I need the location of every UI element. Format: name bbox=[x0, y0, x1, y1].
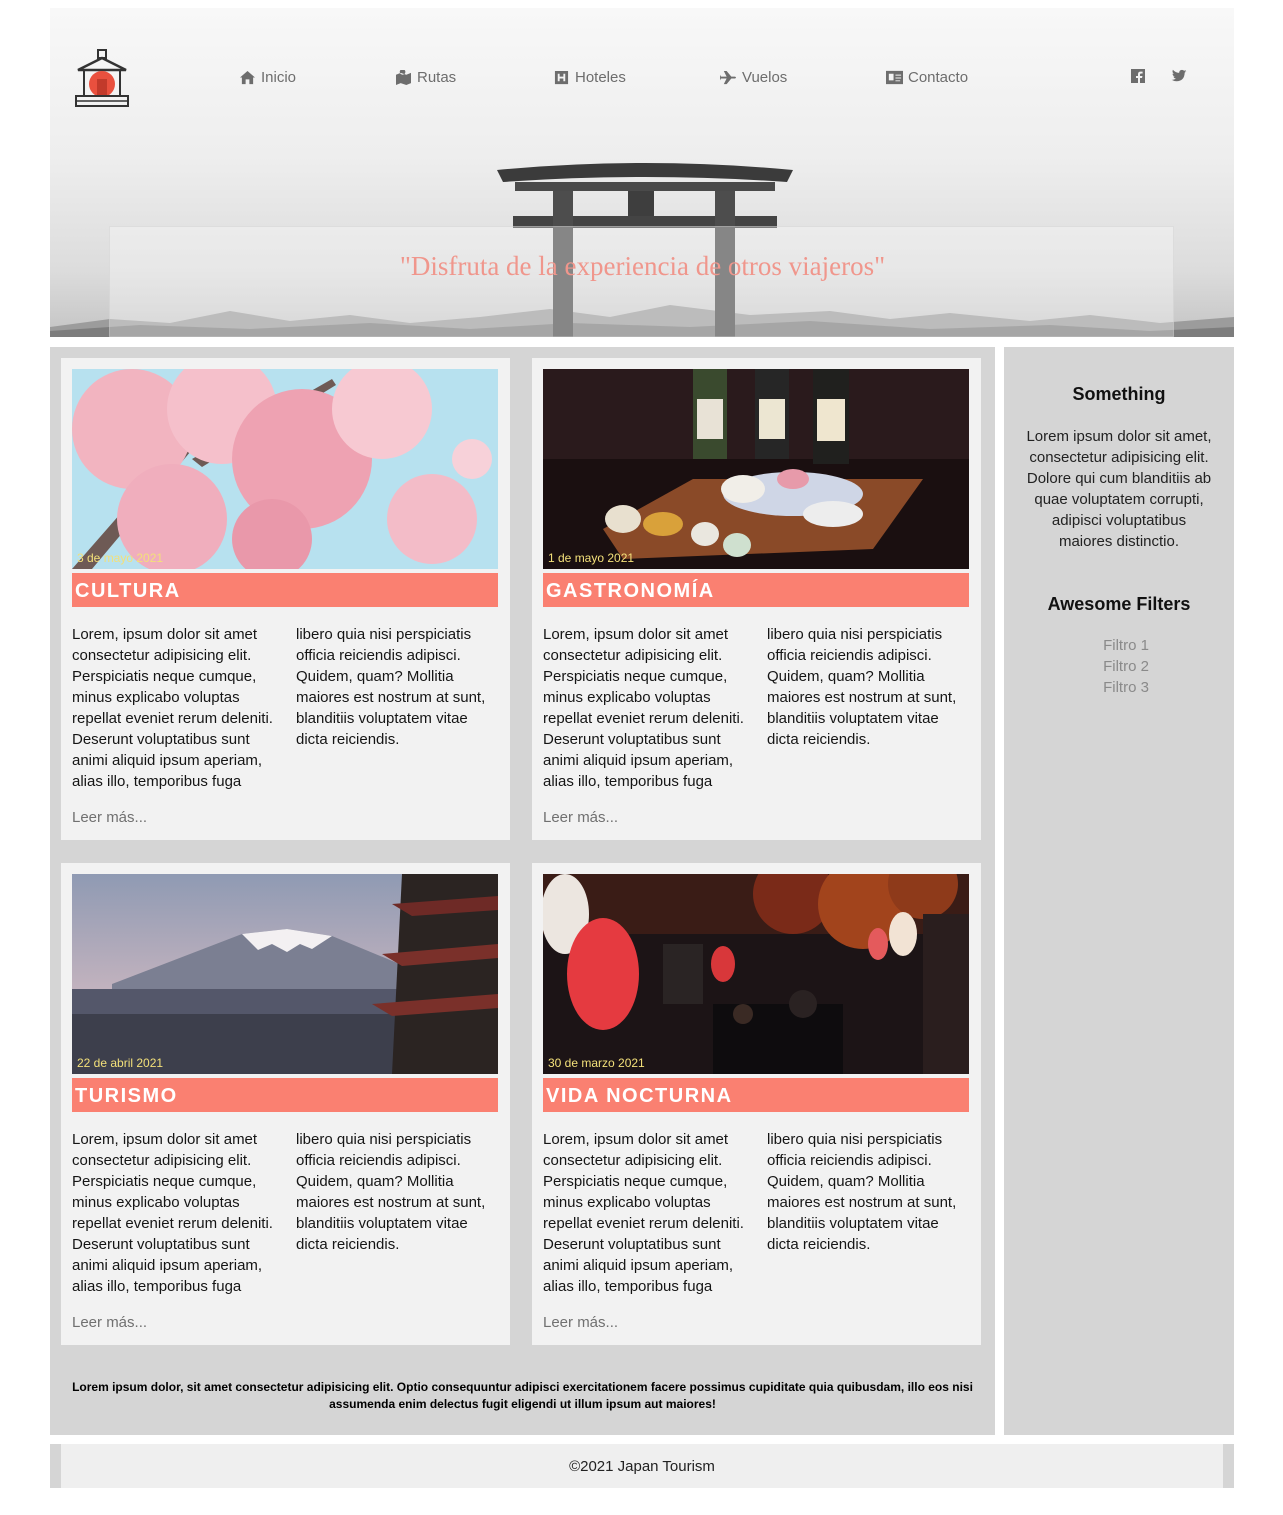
post-date: 22 de abril 2021 bbox=[77, 1056, 164, 1070]
copyright-text: ©2021 Japan Tourism bbox=[569, 1458, 715, 1475]
facebook-icon bbox=[1131, 69, 1145, 83]
cherry-blossom-image[interactable]: 3 de mayo 2021 bbox=[72, 369, 498, 569]
nav-item-label: Rutas bbox=[417, 68, 457, 86]
filter-list: Filtro 1 Filtro 2 Filtro 3 bbox=[1004, 635, 1234, 698]
sidebar-text: Lorem ipsum dolor sit amet, consectetur … bbox=[1026, 428, 1212, 550]
read-more-link[interactable]: Leer más... bbox=[72, 1314, 147, 1331]
article-text: Lorem, ipsum dolor sit amet consectetur … bbox=[72, 1131, 486, 1295]
nav-item-vuelos[interactable]: Vuelos bbox=[720, 66, 787, 88]
map-icon bbox=[396, 69, 411, 85]
hero-quote: "Disfruta de la experiencia de otros via… bbox=[399, 251, 886, 281]
article-card: 1 de mayo 2021 GASTRONOMÍA Lorem, ipsum … bbox=[532, 358, 981, 840]
article-text: Lorem, ipsum dolor sit amet consectetur … bbox=[543, 626, 957, 790]
article-text: Lorem, ipsum dolor sit amet consectetur … bbox=[72, 626, 486, 790]
article-card: 3 de mayo 2021 CULTURA Lorem, ipsum dolo… bbox=[61, 358, 510, 840]
article-card: 22 de abril 2021 TURISMO Lorem, ipsum do… bbox=[61, 863, 510, 1345]
filters-heading: Awesome Filters bbox=[1047, 594, 1191, 614]
nav-item-label: Hoteles bbox=[575, 68, 626, 86]
article-card: 30 de marzo 2021 VIDA NOCTURNA Lorem, ip… bbox=[532, 863, 981, 1345]
filter-item[interactable]: Filtro 2 bbox=[1004, 656, 1234, 677]
nav-item-label: Vuelos bbox=[742, 68, 788, 86]
twitter-icon bbox=[1171, 69, 1187, 82]
hero-quote-band: "Disfruta de la experiencia de otros via… bbox=[109, 226, 1174, 337]
category-title-bar: VIDA NOCTURNA bbox=[543, 1078, 969, 1112]
sake-meal-image[interactable]: 1 de mayo 2021 bbox=[543, 369, 969, 569]
nav-item-label: Contacto bbox=[908, 68, 969, 86]
mount-fuji-photo bbox=[72, 874, 498, 1074]
sidebar: Something Lorem ipsum dolor sit amet, co… bbox=[1004, 347, 1234, 1435]
facebook-link[interactable] bbox=[1130, 66, 1146, 86]
read-more-link[interactable]: Leer más... bbox=[72, 809, 147, 826]
sidebar-heading: Something bbox=[1072, 384, 1166, 404]
category-title: CULTURA bbox=[75, 580, 181, 602]
hero-header: Inicio Rutas Hoteles Vuelos Contacto "Di… bbox=[50, 8, 1234, 337]
address-card-icon bbox=[886, 70, 903, 84]
nav-item-contacto[interactable]: Contacto bbox=[886, 66, 968, 88]
sake-meal-photo bbox=[543, 369, 969, 569]
page-footer: ©2021 Japan Tourism bbox=[50, 1444, 1234, 1488]
hotel-icon bbox=[554, 70, 569, 84]
filter-item[interactable]: Filtro 3 bbox=[1004, 677, 1234, 698]
category-title: TURISMO bbox=[75, 1085, 178, 1107]
nav-item-hoteles[interactable]: Hoteles bbox=[553, 66, 626, 88]
filter-item[interactable]: Filtro 1 bbox=[1004, 635, 1234, 656]
twitter-link[interactable] bbox=[1171, 66, 1187, 86]
main-content: 3 de mayo 2021 CULTURA Lorem, ipsum dolo… bbox=[50, 347, 995, 1435]
night-street-photo bbox=[543, 874, 969, 1074]
category-title-bar: TURISMO bbox=[72, 1078, 498, 1112]
nav-item-inicio[interactable]: Inicio bbox=[239, 66, 296, 88]
main-footer-text: Lorem ipsum dolor, sit amet consectetur … bbox=[72, 1380, 973, 1411]
plane-icon bbox=[720, 70, 736, 84]
home-icon bbox=[240, 70, 255, 84]
mount-fuji-image[interactable]: 22 de abril 2021 bbox=[72, 874, 498, 1074]
category-title: VIDA NOCTURNA bbox=[546, 1085, 733, 1107]
post-date: 3 de mayo 2021 bbox=[77, 551, 164, 565]
article-text: Lorem, ipsum dolor sit amet consectetur … bbox=[543, 1131, 957, 1295]
post-date: 1 de mayo 2021 bbox=[548, 551, 635, 565]
nav-item-label: Inicio bbox=[261, 68, 297, 86]
main-nav: Inicio Rutas Hoteles Vuelos Contacto bbox=[50, 66, 1234, 88]
night-street-image[interactable]: 30 de marzo 2021 bbox=[543, 874, 969, 1074]
category-title: GASTRONOMÍA bbox=[546, 580, 715, 602]
category-title-bar: CULTURA bbox=[72, 573, 498, 607]
category-title-bar: GASTRONOMÍA bbox=[543, 573, 969, 607]
nav-item-rutas[interactable]: Rutas bbox=[395, 66, 456, 88]
read-more-link[interactable]: Leer más... bbox=[543, 1314, 618, 1331]
read-more-link[interactable]: Leer más... bbox=[543, 809, 618, 826]
cherry-blossom-photo bbox=[72, 369, 498, 569]
footer-inner: ©2021 Japan Tourism bbox=[61, 1444, 1223, 1488]
post-date: 30 de marzo 2021 bbox=[548, 1056, 645, 1070]
